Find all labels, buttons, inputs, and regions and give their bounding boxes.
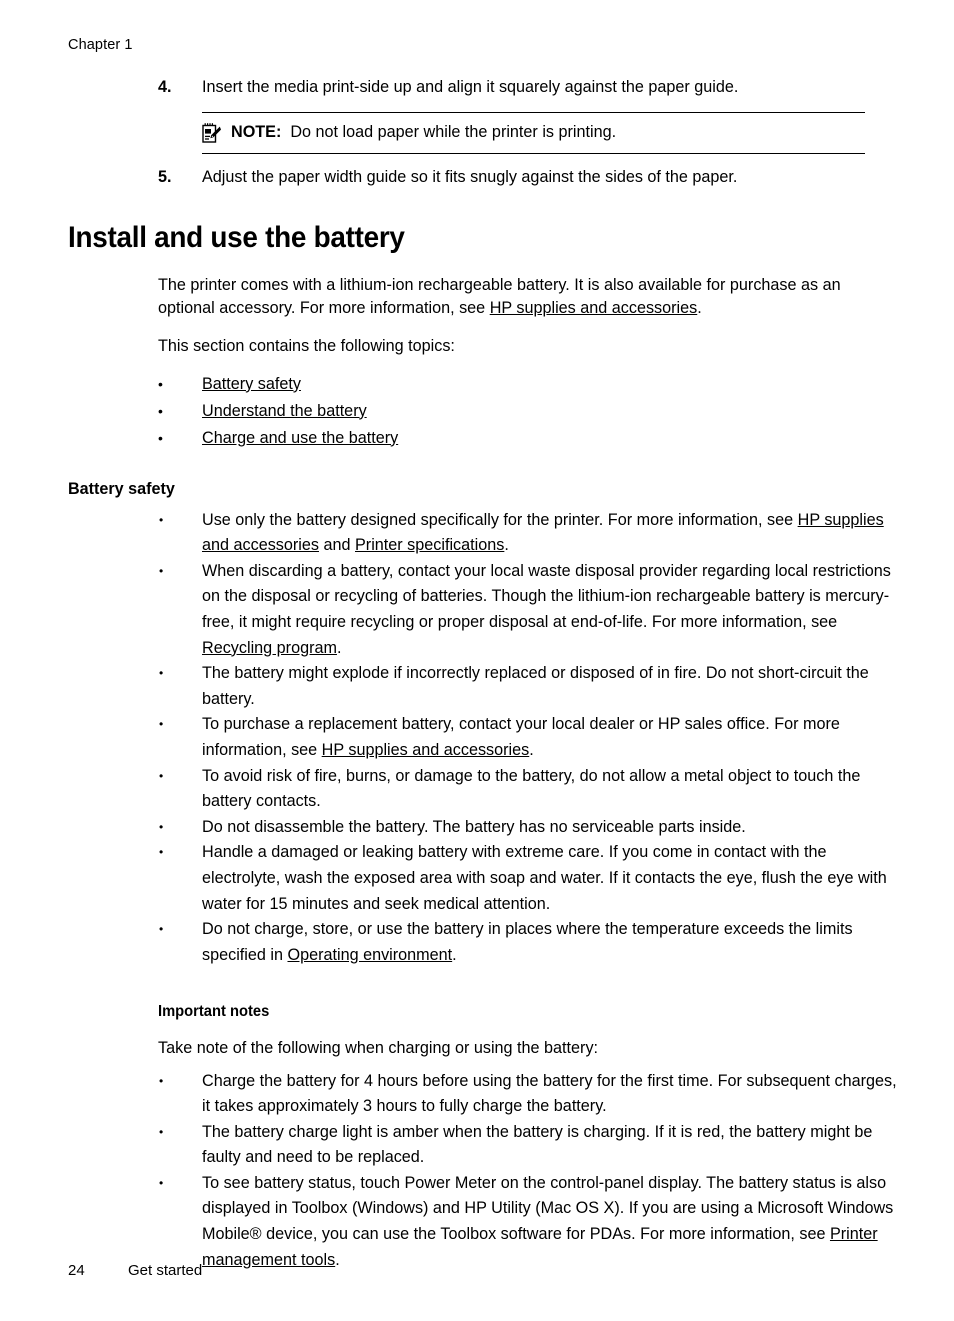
list-item: Handle a damaged or leaking battery with… — [158, 840, 908, 917]
link-operating-environment[interactable]: Operating environment — [287, 946, 452, 964]
bullet-text: . — [529, 740, 534, 759]
topics-lead: This section contains the following topi… — [158, 337, 455, 356]
list-item: To avoid risk of fire, burns, or damage … — [158, 764, 908, 815]
list-item: To see battery status, touch Power Meter… — [158, 1171, 908, 1273]
link-recycling-program[interactable]: Recycling program — [202, 639, 337, 657]
section-intro-paragraph: The printer comes with a lithium-ion rec… — [158, 274, 865, 320]
link-charge-and-use-the-battery[interactable]: Charge and use the battery — [202, 429, 398, 447]
note-label: NOTE: — [231, 123, 282, 141]
bullet-text: . — [452, 945, 457, 964]
bullet-text: To avoid risk of fire, burns, or damage … — [202, 766, 861, 811]
link-battery-safety[interactable]: Battery safety — [202, 375, 301, 393]
list-item: When discarding a battery, contact your … — [158, 559, 908, 661]
list-item: The battery charge light is amber when t… — [158, 1120, 908, 1171]
list-item: Use only the battery designed specifical… — [158, 508, 908, 559]
note-callout: NOTE: Do not load paper while the printe… — [202, 112, 865, 154]
page-number: 24 — [68, 1262, 85, 1279]
footer-section-name: Get started — [128, 1262, 203, 1279]
important-notes-lead: Take note of the following when charging… — [158, 1039, 599, 1058]
bullet-text: . — [335, 1250, 340, 1269]
link-hp-supplies-and-accessories[interactable]: HP supplies and accessories — [490, 299, 698, 317]
step-number: 5. — [158, 168, 172, 186]
list-item: The battery might explode if incorrectly… — [158, 661, 908, 712]
list-item: Battery safety — [158, 371, 892, 398]
link-hp-supplies-and-accessories[interactable]: HP supplies and accessories — [322, 741, 530, 759]
list-item: Do not charge, store, or use the battery… — [158, 917, 908, 968]
intro-text-part2: . — [697, 299, 702, 318]
bullet-text: and — [318, 536, 355, 555]
step-text: Insert the media print-side up and align… — [202, 78, 739, 96]
bullet-text: To see battery status, touch Power Meter… — [202, 1173, 894, 1244]
link-understand-the-battery[interactable]: Understand the battery — [202, 402, 367, 420]
bullet-text: Handle a damaged or leaking battery with… — [202, 843, 887, 913]
page-footer: 24 Get started — [68, 1261, 202, 1281]
bullet-text: . — [504, 536, 509, 555]
list-item: Charge the battery for 4 hours before us… — [158, 1069, 908, 1120]
bullet-text: Do not disassemble the battery. The batt… — [202, 817, 746, 836]
link-printer-specifications[interactable]: Printer specifications — [355, 536, 504, 554]
document-page: Chapter 1 4. Insert the media print-side… — [0, 0, 954, 1321]
step-text: Adjust the paper width guide so it fits … — [202, 168, 738, 186]
bullet-text: . — [336, 638, 342, 657]
list-item: Do not disassemble the battery. The batt… — [158, 815, 908, 841]
battery-safety-bullet-list: Use only the battery designed specifical… — [0, 508, 954, 969]
minor-heading-important-notes: Important notes — [158, 1003, 270, 1021]
chapter-header: Chapter 1 — [68, 37, 133, 53]
important-notes-bullet-list: Charge the battery for 4 hours before us… — [0, 1069, 954, 1274]
list-item: Charge and use the battery — [158, 425, 892, 452]
numbered-step-5: 5. Adjust the paper width guide so it fi… — [0, 164, 954, 190]
subsection-heading-battery-safety: Battery safety — [68, 478, 175, 498]
bullet-text: Charge the battery for 4 hours before us… — [202, 1071, 897, 1116]
bullet-text: The battery charge light is amber when t… — [202, 1122, 873, 1167]
bullet-text: When discarding a battery, contact your … — [202, 561, 891, 631]
note-text: Do not load paper while the printer is p… — [290, 123, 617, 141]
numbered-step-4: 4. Insert the media print-side up and al… — [0, 74, 954, 100]
step-number: 4. — [158, 78, 172, 96]
section-heading: Install and use the battery — [68, 221, 405, 254]
list-item: To purchase a replacement battery, conta… — [158, 712, 908, 763]
list-item: Understand the battery — [158, 398, 892, 425]
bullet-text: Use only the battery designed specifical… — [202, 510, 798, 529]
bullet-text: The battery might explode if incorrectly… — [202, 664, 869, 708]
page-content: 4. Insert the media print-side up and al… — [0, 74, 954, 1273]
topics-list: Battery safety Understand the battery Ch… — [0, 371, 954, 452]
note-pad-pencil-icon — [202, 122, 221, 143]
